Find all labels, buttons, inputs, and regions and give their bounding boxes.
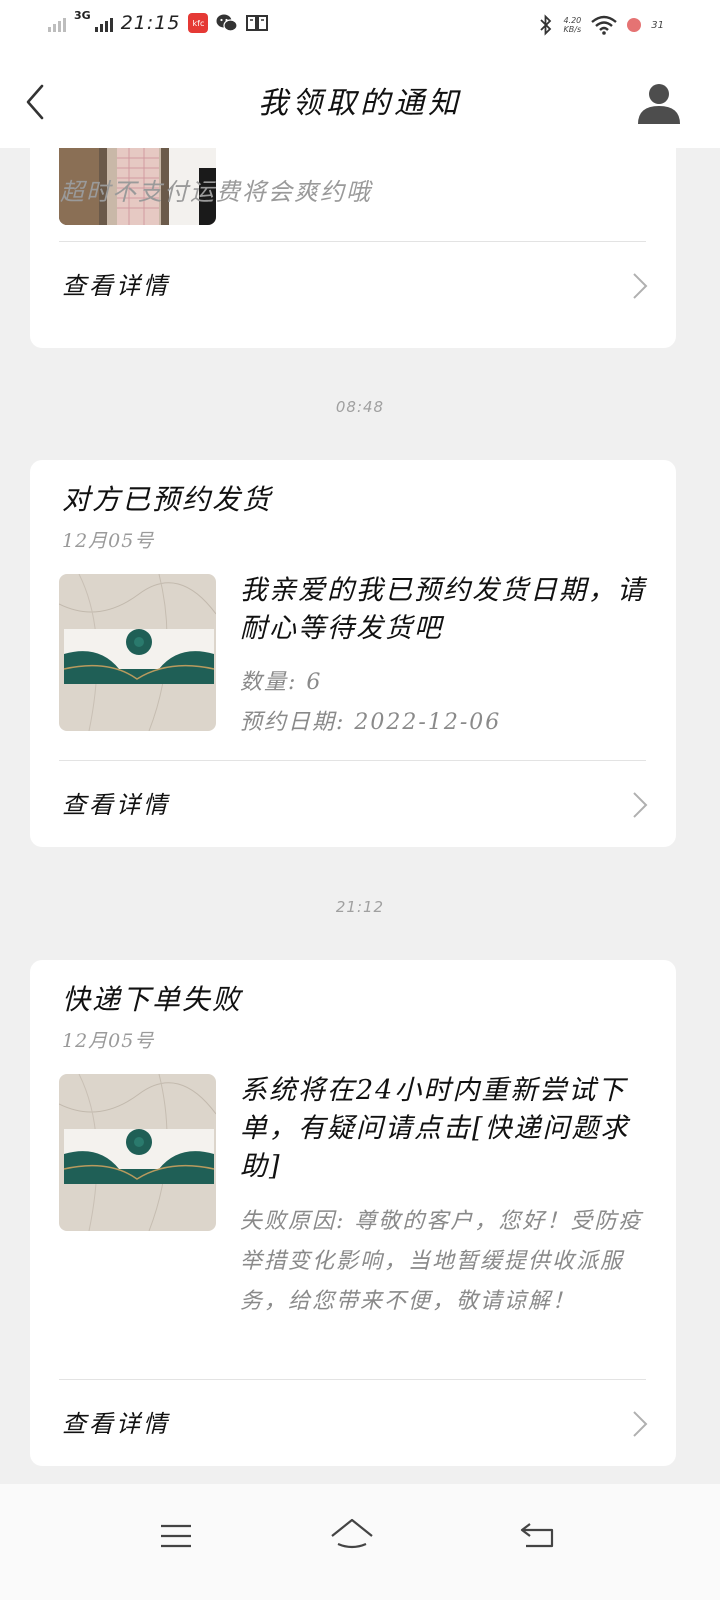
quantity-text: 数量: 6 xyxy=(240,670,323,695)
app-header: 我领取的通知 xyxy=(0,56,720,148)
timestamp: 21:12 xyxy=(335,898,385,916)
note-text: 超时不支付运费将会爽约哦 xyxy=(60,178,372,206)
user-avatar-icon[interactable] xyxy=(636,80,682,126)
status-bar: 3G 21:15 kfc 4.20 KB/s 31 xyxy=(0,0,720,56)
card-date: 12月05号 xyxy=(62,530,155,552)
back-icon[interactable] xyxy=(508,1506,568,1566)
network-type: 3G xyxy=(74,8,91,22)
view-details-label: 查看详情 xyxy=(62,1410,170,1438)
view-details-row[interactable]: 查看详情 xyxy=(30,761,676,847)
appointment-date-text: 预约日期: 2022-12-06 xyxy=(240,710,502,735)
view-details-label: 查看详情 xyxy=(62,791,170,819)
battery-level: 31 xyxy=(651,19,664,31)
net-speed: 4.20 KB/s xyxy=(563,16,582,34)
wifi-icon xyxy=(591,15,618,35)
product-thumbnail xyxy=(59,1074,216,1231)
signal-icon-2 xyxy=(94,14,113,32)
product-thumbnail xyxy=(59,574,216,731)
menu-icon[interactable] xyxy=(146,1506,206,1566)
book-icon xyxy=(246,15,269,31)
view-details-row[interactable]: 查看详情 xyxy=(30,242,676,328)
timestamp: 08:48 xyxy=(335,398,385,416)
chevron-right-icon xyxy=(633,273,648,299)
bluetooth-icon xyxy=(540,14,552,36)
clock: 21:15 xyxy=(120,12,181,34)
message-text: 我亲爱的我已预约发货日期，请耐心等待发货吧 xyxy=(240,575,646,644)
signal-icon xyxy=(48,14,66,32)
home-icon[interactable] xyxy=(322,1506,382,1566)
failure-reason-text: 失败原因: 尊敬的客户，您好！受防疫举措变化影响，当地暂缓提供收派服务，给您带来… xyxy=(240,1209,643,1314)
chevron-right-icon xyxy=(633,792,648,818)
system-nav-bar xyxy=(0,1484,720,1600)
wechat-icon xyxy=(216,14,239,32)
message-text: 系统将在24小时内重新尝试下单，有疑问请点击[快递问题求助] xyxy=(240,1075,630,1182)
notification-card: 快递下单失败 12月05号 系统将在24小时内重新尝试下单，有疑问请点击[快递问… xyxy=(30,960,676,1466)
quantity-text: 数量: null xyxy=(240,148,646,160)
card-title: 快递下单失败 xyxy=(62,983,243,1016)
kfc-app-icon: kfc xyxy=(188,13,209,33)
card-title: 对方已预约发货 xyxy=(62,483,273,516)
battery-icon xyxy=(627,18,642,32)
chevron-right-icon xyxy=(633,1411,648,1437)
notification-list: 数量: null 超时不支付运费将会爽约哦 查看详情 08:48 对方已预约发货… xyxy=(0,148,720,1484)
notification-card: 数量: null 超时不支付运费将会爽约哦 查看详情 xyxy=(30,148,676,348)
page-title: 我领取的通知 xyxy=(258,86,462,121)
notification-card: 对方已预约发货 12月05号 我亲爱的我已预约发货日期，请耐心等待发货吧 数量:… xyxy=(30,460,676,847)
view-details-row[interactable]: 查看详情 xyxy=(30,1380,676,1466)
card-date: 12月05号 xyxy=(62,1030,155,1052)
view-details-label: 查看详情 xyxy=(62,272,170,300)
